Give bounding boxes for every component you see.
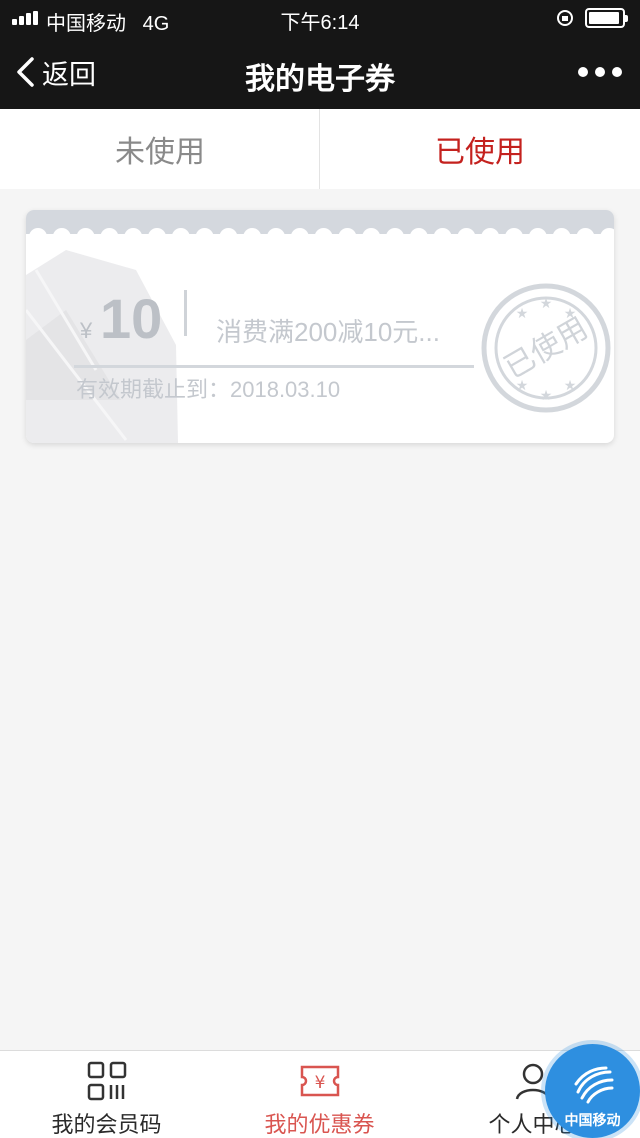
more-dot-icon — [612, 67, 622, 77]
china-mobile-logo-icon — [574, 1066, 614, 1104]
svg-text:¥: ¥ — [314, 1073, 325, 1093]
status-time: 下午6:14 — [280, 12, 360, 34]
tab-my-coupons[interactable]: ¥ 我的优惠券 — [213, 1051, 426, 1138]
coupon-scalloped-edge — [26, 210, 614, 244]
svg-text:★: ★ — [540, 388, 553, 404]
tab-used[interactable]: 已使用 — [320, 109, 640, 189]
amount-divider — [184, 290, 187, 336]
qr-code-icon — [87, 1061, 126, 1101]
rotation-lock-icon — [557, 10, 573, 26]
status-bar: 中国移动 4G 下午6:14 — [0, 0, 640, 36]
svg-text:★: ★ — [564, 378, 577, 394]
currency-symbol: ¥ — [80, 318, 93, 343]
tab-unused[interactable]: 未使用 — [0, 109, 320, 189]
coupon-amount: 10 — [100, 287, 163, 350]
more-button[interactable] — [578, 60, 622, 84]
china-mobile-floating-button[interactable]: 中国移动 — [545, 1044, 640, 1138]
coupon-description: 消费满200减10元... — [216, 317, 440, 347]
stamp-text: 已使用 — [499, 311, 594, 386]
coupon-expiry: 有效期截止到：2018.03.10 — [76, 377, 341, 402]
floating-button-label: 中国移动 — [564, 1112, 621, 1128]
tab-label: 我的优惠券 — [264, 1112, 375, 1137]
more-dot-icon — [595, 67, 605, 77]
svg-text:★: ★ — [516, 306, 529, 322]
page-title: 我的电子券 — [245, 63, 395, 96]
coupon-icon: ¥ — [300, 1065, 339, 1097]
bottom-tab-bar: 我的会员码 ¥ 我的优惠券 个人中心 — [0, 1050, 640, 1138]
coupon-rule — [74, 365, 474, 368]
battery-icon — [585, 8, 628, 28]
tab-divider — [319, 109, 320, 189]
coupon-tabs: 未使用 已使用 — [0, 109, 640, 189]
nav-bar: 返回 我的电子券 — [0, 36, 640, 109]
tab-member-code[interactable]: 我的会员码 — [0, 1051, 213, 1138]
used-stamp: ★★★ ★★★ 已使用 — [481, 283, 611, 413]
svg-text:★: ★ — [540, 296, 553, 312]
more-dot-icon — [578, 67, 588, 77]
coupon-card[interactable]: ¥ 10 消费满200减10元... 有效期截止到：2018.03.10 ★ ★ ★… — [26, 210, 614, 443]
tab-label: 我的会员码 — [51, 1112, 162, 1137]
